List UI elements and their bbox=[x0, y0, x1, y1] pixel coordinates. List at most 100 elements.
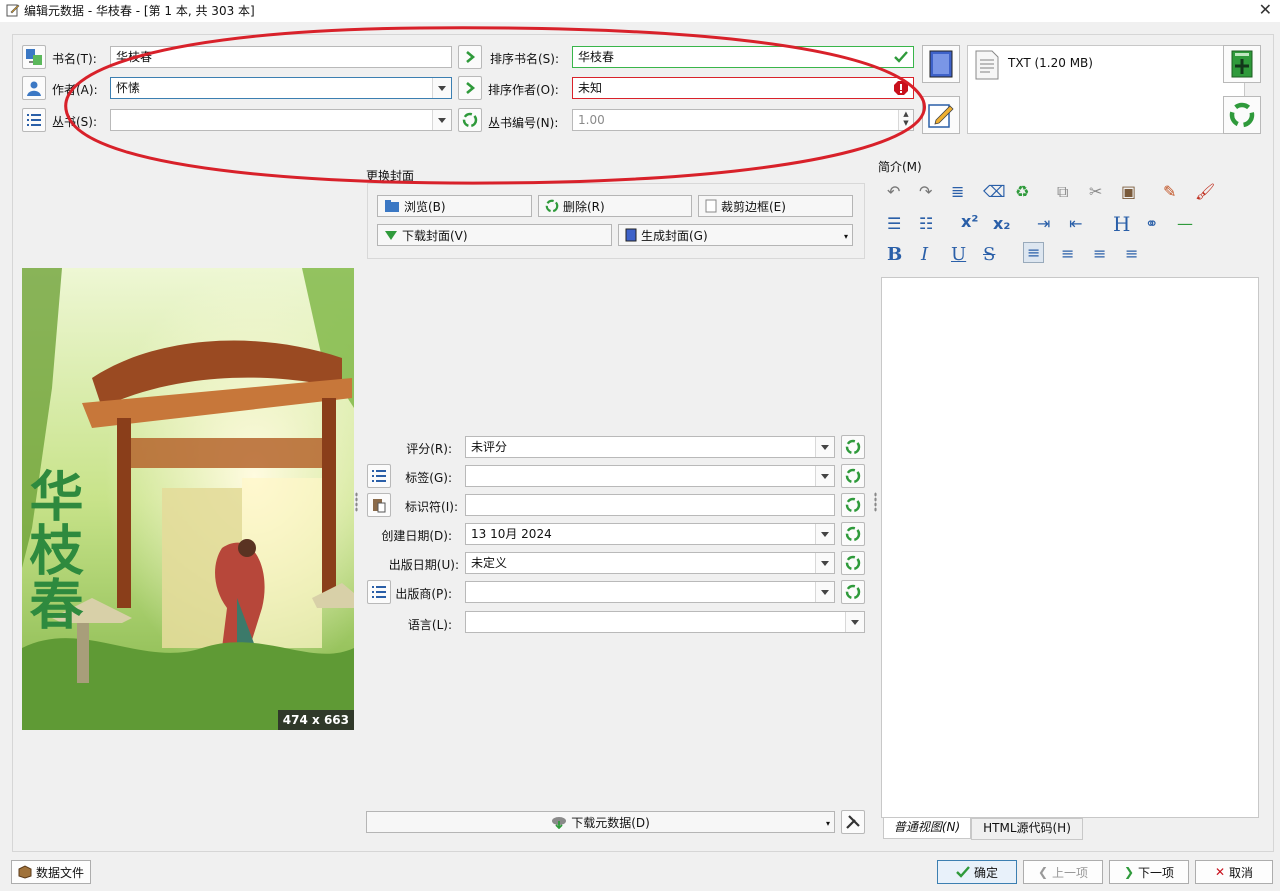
heading-icon[interactable]: H bbox=[1113, 212, 1130, 236]
language-input[interactable] bbox=[465, 611, 865, 633]
tab-normal-view[interactable]: 普通视图(N) bbox=[883, 818, 971, 839]
undo-icon[interactable]: ↶ bbox=[887, 182, 900, 201]
published-date-dropdown-chevron-icon[interactable] bbox=[815, 553, 834, 573]
tab-html-source[interactable]: HTML源代码(H) bbox=[971, 818, 1083, 840]
align-left-icon[interactable]: ≡ bbox=[1023, 242, 1045, 263]
copy-author-sort-button[interactable] bbox=[458, 76, 482, 100]
close-icon[interactable]: ✕ bbox=[1259, 0, 1272, 19]
edit-book-button[interactable] bbox=[922, 96, 960, 134]
remove-cover-label: 删除(R) bbox=[563, 199, 605, 214]
series-dropdown-chevron-icon[interactable] bbox=[432, 110, 451, 130]
author-input[interactable]: 怀愫 bbox=[110, 77, 452, 99]
rating-dropdown-chevron-icon[interactable] bbox=[815, 437, 834, 457]
remove-format-button[interactable] bbox=[1223, 96, 1261, 134]
tags-dropdown-chevron-icon[interactable] bbox=[815, 466, 834, 486]
superscript-icon[interactable]: x² bbox=[961, 212, 978, 231]
created-date-dropdown-chevron-icon[interactable] bbox=[815, 524, 834, 544]
publisher-label: 出版商(P): bbox=[395, 587, 452, 601]
ordered-list-icon[interactable]: ☰ bbox=[887, 214, 901, 233]
copy-title-sort-button[interactable] bbox=[458, 45, 482, 69]
align-justify-icon[interactable]: ≡ bbox=[1125, 244, 1138, 263]
splitter-right[interactable] bbox=[874, 492, 877, 512]
clear-rating-button[interactable] bbox=[841, 435, 865, 459]
comments-editor[interactable] bbox=[881, 277, 1259, 818]
clear-publisher-button[interactable] bbox=[841, 580, 865, 604]
format-item[interactable]: TXT (1.20 MB) bbox=[1008, 56, 1093, 70]
paste-icon[interactable]: ▣ bbox=[1121, 182, 1136, 201]
redo-icon[interactable]: ↷ bbox=[919, 182, 932, 201]
cancel-button[interactable]: ✕ 取消 bbox=[1195, 860, 1273, 884]
unordered-list-icon[interactable]: ☷ bbox=[919, 214, 933, 233]
strikethrough-icon[interactable]: S bbox=[983, 244, 995, 265]
cancel-label: 取消 bbox=[1229, 865, 1254, 880]
indent-icon[interactable]: ⇥ bbox=[1037, 214, 1050, 233]
series-index-value: 1.00 bbox=[578, 113, 605, 127]
italic-icon[interactable]: I bbox=[921, 244, 928, 265]
series-index-spinner[interactable]: ▲ ▼ bbox=[898, 110, 913, 130]
published-date-input[interactable]: 未定义 bbox=[465, 552, 835, 574]
arrow-right-icon bbox=[466, 82, 476, 94]
swap-title-author-button[interactable] bbox=[22, 45, 46, 69]
title-sort-input[interactable]: 华枝春 bbox=[572, 46, 914, 68]
clear-published-date-button[interactable] bbox=[841, 551, 865, 575]
next-button[interactable]: ❯ 下一项 bbox=[1109, 860, 1189, 884]
chevron-down-icon: ▾ bbox=[825, 819, 830, 828]
language-dropdown-chevron-icon[interactable] bbox=[845, 612, 864, 632]
ok-button[interactable]: 确定 bbox=[937, 860, 1017, 884]
generate-cover-book-button[interactable] bbox=[922, 45, 960, 83]
eraser-icon[interactable]: ⌫ bbox=[983, 182, 1006, 201]
select-all-icon[interactable]: ≣ bbox=[951, 182, 964, 201]
manage-series-button[interactable] bbox=[22, 108, 46, 132]
book-cover-icon bbox=[625, 228, 637, 242]
author-label: 作者(A): bbox=[52, 83, 98, 97]
bold-icon[interactable]: B bbox=[887, 244, 902, 265]
configure-metadata-download-button[interactable] bbox=[841, 810, 865, 834]
swap-icon bbox=[26, 49, 42, 65]
clear-series-button[interactable] bbox=[458, 108, 482, 132]
ids-input[interactable] bbox=[465, 494, 835, 516]
outdent-icon[interactable]: ⇤ bbox=[1069, 214, 1082, 233]
horizontal-rule-icon[interactable]: — bbox=[1177, 214, 1193, 233]
author-dropdown-chevron-icon[interactable] bbox=[432, 78, 451, 98]
trim-cover-button[interactable]: 裁剪边框(E) bbox=[698, 195, 853, 217]
brush-icon[interactable]: 🖌 bbox=[1195, 182, 1215, 201]
download-metadata-button[interactable]: 下载元数据(D) ▾ bbox=[366, 811, 835, 833]
add-format-button[interactable] bbox=[1223, 45, 1261, 83]
remove-cover-button[interactable]: 删除(R) bbox=[538, 195, 692, 217]
formats-list[interactable]: TXT (1.20 MB) bbox=[967, 45, 1245, 134]
generate-cover-button[interactable]: 生成封面(G) ▾ bbox=[618, 224, 853, 246]
rating-select[interactable]: 未评分 bbox=[465, 436, 835, 458]
warning-icon bbox=[894, 81, 908, 95]
underline-icon[interactable]: U bbox=[951, 244, 966, 265]
browse-cover-button[interactable]: 浏览(B) bbox=[377, 195, 532, 217]
tags-label: 标签(G): bbox=[405, 471, 452, 485]
publisher-input[interactable] bbox=[465, 581, 835, 603]
download-cover-button[interactable]: 下载封面(V) bbox=[377, 224, 612, 246]
author-sort-input[interactable]: 未知 bbox=[572, 77, 914, 99]
publisher-dropdown-chevron-icon[interactable] bbox=[815, 582, 834, 602]
recycle-icon[interactable]: ♻ bbox=[1015, 182, 1029, 201]
cut-icon[interactable]: ✂ bbox=[1089, 182, 1102, 201]
tags-input[interactable] bbox=[465, 465, 835, 487]
manage-authors-button[interactable] bbox=[22, 76, 46, 100]
background-color-icon[interactable]: ✎ bbox=[1163, 182, 1176, 201]
align-right-icon[interactable]: ≡ bbox=[1093, 244, 1106, 263]
generate-cover-label: 生成封面(G) bbox=[641, 228, 708, 243]
clear-created-date-button[interactable] bbox=[841, 522, 865, 546]
clear-ids-button[interactable] bbox=[841, 493, 865, 517]
clear-tags-button[interactable] bbox=[841, 464, 865, 488]
created-date-input[interactable]: 13 10月 2024 bbox=[465, 523, 835, 545]
copy-icon[interactable]: ⧉ bbox=[1057, 182, 1068, 202]
trim-icon bbox=[705, 199, 717, 213]
series-input[interactable] bbox=[110, 109, 452, 131]
align-center-icon[interactable]: ≡ bbox=[1061, 244, 1074, 263]
series-index-input[interactable]: 1.00 ▲ ▼ bbox=[572, 109, 914, 131]
data-files-button[interactable]: 数据文件 bbox=[11, 860, 91, 884]
splitter-left[interactable] bbox=[355, 492, 358, 512]
subscript-icon[interactable]: x₂ bbox=[993, 214, 1010, 233]
previous-button[interactable]: ❮ 上一项 bbox=[1023, 860, 1103, 884]
data-files-label: 数据文件 bbox=[35, 865, 84, 880]
title-input[interactable]: 华枝春 bbox=[110, 46, 452, 68]
recycle-icon bbox=[462, 112, 478, 128]
link-icon[interactable]: ⚭ bbox=[1145, 214, 1158, 233]
